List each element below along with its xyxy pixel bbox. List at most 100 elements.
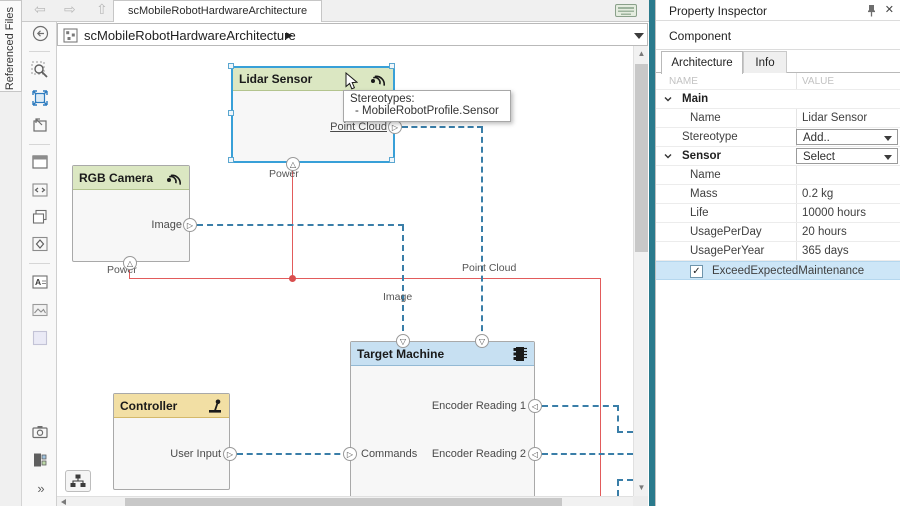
hide-explorer-icon[interactable] [30, 23, 50, 43]
referenced-files-tab[interactable]: Referenced Files [0, 0, 22, 92]
port-label-image: Image [102, 218, 182, 232]
property-row-main-section[interactable]: Main [656, 90, 900, 109]
property-row-name: Name Lidar Sensor [656, 109, 900, 128]
breadcrumb-dropdown-icon[interactable] [634, 33, 644, 39]
expand-toolbar-icon[interactable]: » [30, 478, 50, 498]
sensor-select-dropdown[interactable]: Select [796, 148, 898, 164]
chevron-down-icon[interactable] [664, 95, 671, 102]
referenced-files-label: Referenced Files [4, 7, 16, 90]
port-target-commands[interactable]: ▷ [343, 447, 357, 461]
sensor-stereotype-icon [165, 170, 183, 186]
zoom-region-icon[interactable] [30, 60, 50, 80]
port-rgb-power[interactable]: △ [123, 256, 137, 270]
signal-routing-icon[interactable] [30, 234, 50, 254]
port-target-encoder2[interactable]: ◁ [528, 447, 542, 461]
tab-info[interactable]: Info [743, 51, 787, 73]
scroll-up-icon[interactable]: ▲ [634, 47, 649, 61]
scroll-left-icon[interactable] [61, 499, 66, 505]
port-label-encoder2: Encoder Reading 2 [406, 447, 526, 461]
image-connector-h[interactable] [197, 224, 404, 226]
nav-up-icon[interactable]: ⇧ [96, 1, 108, 18]
horizontal-scroll-thumb[interactable] [125, 498, 562, 506]
toolbar-divider [29, 51, 50, 52]
power-line-main[interactable] [129, 278, 600, 279]
show-hierarchy-button[interactable] [65, 470, 91, 492]
encoder1-connector-out[interactable] [617, 431, 633, 433]
annotation-icon[interactable]: A [30, 272, 50, 292]
tab-architecture[interactable]: Architecture [661, 51, 743, 74]
profile-editor-icon[interactable] [30, 450, 50, 470]
document-tab-label: scMobileRobotHardwareArchitecture [128, 5, 307, 17]
property-value-life[interactable]: 10000 hours [802, 207, 866, 219]
property-value-usageperyear[interactable]: 365 days [802, 245, 849, 257]
inspector-context-row: Component [656, 21, 900, 50]
breadcrumb-arrow-icon[interactable]: ▶ [286, 30, 293, 41]
port-down-triangle-icon: ▽ [479, 337, 485, 346]
close-icon[interactable]: ✕ [885, 3, 894, 16]
breadcrumb[interactable]: scMobileRobotHardwareArchitecture ▶ [57, 23, 648, 46]
property-value-usageperday[interactable]: 20 hours [802, 226, 847, 238]
property-row-sensor-section[interactable]: Sensor Select [656, 147, 900, 166]
nav-back-icon[interactable]: ⇦ [34, 1, 46, 18]
toolbar-divider [29, 144, 50, 145]
diagram-canvas[interactable]: Power Power Image Point Cloud Lidar Sens… [57, 46, 633, 496]
scroll-down-icon[interactable]: ▼ [634, 481, 649, 495]
selection-handle[interactable] [228, 157, 234, 163]
port-lidar-power[interactable]: △ [286, 157, 300, 171]
encoder2-connector[interactable] [542, 453, 633, 455]
fit-to-view-icon[interactable] [30, 88, 50, 108]
selection-handle[interactable] [228, 110, 234, 116]
port-target-encoder1[interactable]: ◁ [528, 399, 542, 413]
property-inspector-titlebar: Property Inspector ✕ [656, 0, 900, 21]
encoder1-connector-h[interactable] [542, 405, 619, 407]
property-row-mass: Mass 0.2 kg [656, 185, 900, 204]
offscreen-connector-h[interactable] [617, 479, 633, 481]
block-target-title: Target Machine [357, 347, 510, 361]
port-target-image-in[interactable]: ▽ [396, 334, 410, 348]
screenshot-icon[interactable] [30, 422, 50, 442]
viewport-area-icon[interactable] [30, 328, 50, 348]
canvas-horizontal-scrollbar[interactable] [57, 496, 633, 506]
keyboard-shortcuts-icon[interactable] [615, 4, 637, 17]
power-line-junction [289, 275, 296, 282]
document-tab[interactable]: scMobileRobotHardwareArchitecture [113, 0, 322, 22]
canvas-vertical-scrollbar[interactable]: ▲ ▼ [633, 46, 648, 496]
selection-handle[interactable] [228, 63, 234, 69]
power-line-down[interactable] [600, 278, 601, 496]
code-view-icon[interactable] [30, 180, 50, 200]
window-layout-icon[interactable] [30, 152, 50, 172]
chevron-down-icon[interactable] [664, 152, 671, 159]
selection-handle[interactable] [389, 157, 395, 163]
tooltip-title: Stereotypes: [350, 93, 504, 105]
port-in-left-triangle-icon: ◁ [532, 450, 538, 459]
selection-handle[interactable] [389, 63, 395, 69]
open-in-window-icon[interactable] [30, 115, 50, 135]
block-rgb-camera[interactable]: RGB Camera [72, 165, 190, 262]
nav-forward-icon[interactable]: ⇨ [64, 1, 76, 18]
port-target-pointcloud-in[interactable]: ▽ [475, 334, 489, 348]
stereotype-dropdown[interactable]: Add.. [796, 129, 898, 145]
block-controller[interactable]: Controller [113, 393, 230, 490]
block-controller-title: Controller [120, 399, 207, 413]
port-label-encoder1: Encoder Reading 1 [406, 399, 526, 413]
offscreen-connector-v[interactable] [617, 480, 619, 496]
property-value-name[interactable]: Lidar Sensor [802, 112, 867, 124]
pointcloud-connector-h[interactable] [402, 126, 483, 128]
vertical-scroll-thumb[interactable] [635, 64, 648, 252]
block-target-machine[interactable]: Target Machine [350, 341, 535, 496]
port-lidar-point-cloud[interactable]: ▷ [388, 120, 402, 134]
property-grid: NAME VALUE Main Name Lidar Sensor Stereo… [656, 73, 900, 280]
commands-connector[interactable] [237, 453, 350, 455]
document-tab-bar: ⇦ ⇨ ⇧ scMobileRobotHardwareArchitecture [22, 0, 649, 22]
power-label-lidar: Power [269, 168, 299, 214]
port-rgb-image[interactable]: ▷ [183, 218, 197, 232]
property-row-exceedexpectedmaintenance[interactable]: ✓ ExceedExpectedMaintenance [656, 261, 900, 280]
checkbox-checked[interactable]: ✓ [690, 265, 703, 278]
pin-icon[interactable] [867, 4, 876, 17]
property-value-mass[interactable]: 0.2 kg [802, 188, 833, 200]
copy-view-icon[interactable] [30, 207, 50, 227]
encoder1-connector-v[interactable] [617, 405, 619, 432]
image-annotation-icon[interactable] [30, 300, 50, 320]
port-controller-user-input[interactable]: ▷ [223, 447, 237, 461]
joystick-stereotype-icon [207, 398, 223, 414]
